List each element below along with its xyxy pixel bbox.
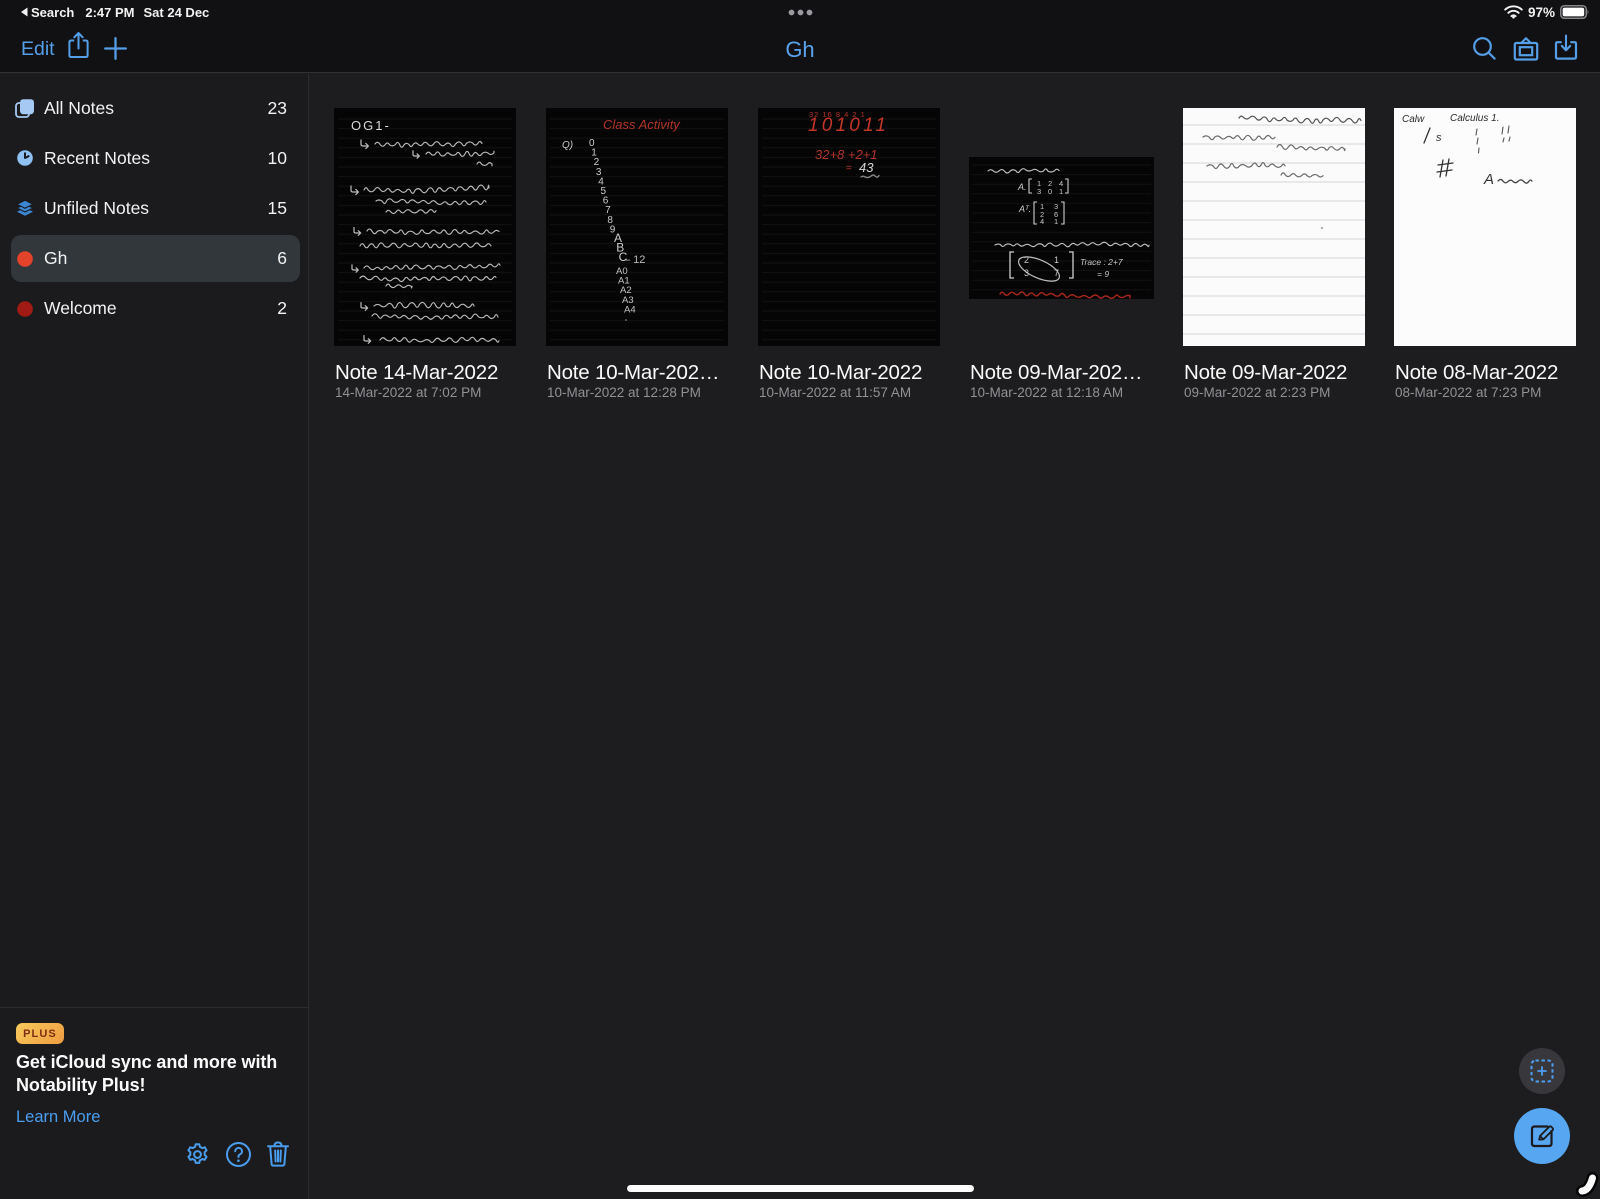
svg-text:Q): Q) <box>562 140 573 151</box>
svg-text:– 12: – 12 <box>624 254 645 266</box>
svg-text:=: = <box>846 163 852 174</box>
svg-text:1: 1 <box>1054 217 1058 226</box>
svg-text:Trace : 2+7: Trace : 2+7 <box>1080 257 1123 267</box>
svg-text:Class Activity: Class Activity <box>603 117 681 132</box>
svg-text:A: A <box>1483 171 1494 188</box>
svg-text:OG1-: OG1- <box>351 118 391 133</box>
svg-text:Calw: Calw <box>1402 114 1425 125</box>
svg-text:Calculus 1.: Calculus 1. <box>1450 113 1499 124</box>
svg-text:4: 4 <box>1040 217 1044 226</box>
svg-text:A.: A. <box>1017 182 1027 192</box>
svg-text:1: 1 <box>1054 255 1059 265</box>
svg-text:Aᵀ.: Aᵀ. <box>1018 204 1031 214</box>
svg-text:43: 43 <box>859 160 874 175</box>
svg-text:s: s <box>1436 132 1442 144</box>
svg-text:101011: 101011 <box>808 115 889 136</box>
svg-text:0: 0 <box>1048 187 1052 196</box>
svg-text:A4: A4 <box>624 304 636 315</box>
svg-text:1: 1 <box>1059 187 1063 196</box>
svg-text:= 9: = 9 <box>1097 269 1109 279</box>
svg-text:3: 3 <box>1037 187 1041 196</box>
